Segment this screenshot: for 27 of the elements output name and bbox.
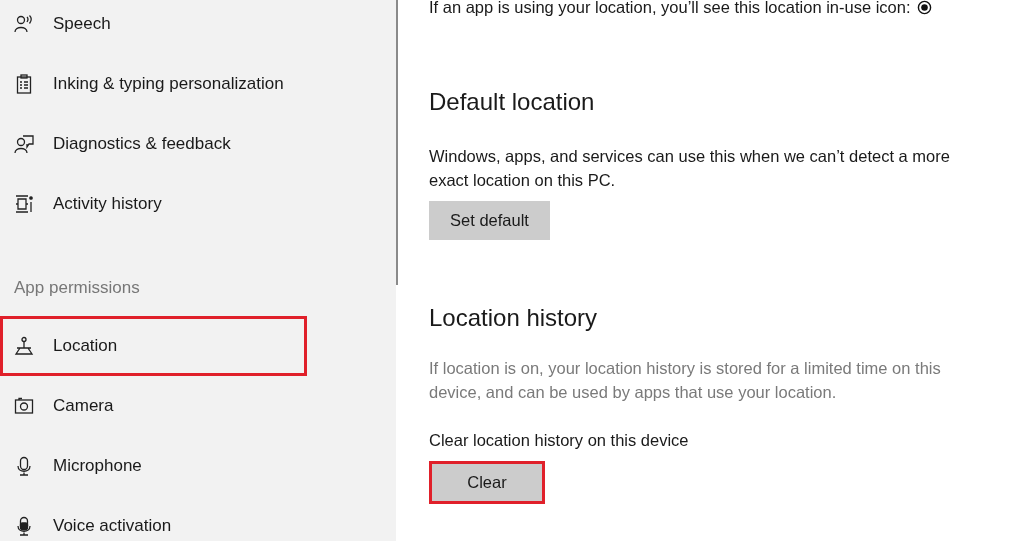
set-default-button[interactable]: Set default [429, 201, 550, 240]
location-in-use-icon [916, 0, 932, 15]
sidebar-item[interactable]: Location [0, 316, 307, 376]
description-text: If location is on, your location history is stored for a limited time on this device, and can be used by apps that use your location. [429, 358, 942, 403]
clear-button[interactable]: Clear [429, 461, 545, 504]
sidebar-item[interactable]: Diagnostics & feedback [0, 114, 307, 174]
scrollbar[interactable] [396, 0, 398, 285]
section-heading: Location history [429, 303, 598, 333]
camera-icon [14, 396, 34, 416]
description-text: Windows, apps, and services can use this when we can’t detect a more exact location on this PC. [429, 146, 951, 191]
sidebar-item[interactable]: Camera [0, 376, 307, 436]
timeline-icon [14, 194, 34, 214]
sidebar-item[interactable]: Microphone [0, 436, 307, 496]
section-heading: Default location [429, 87, 595, 117]
location-icon [14, 336, 34, 356]
microphone-icon [14, 456, 34, 476]
sidebar-item[interactable]: Speech [0, 0, 307, 54]
section-header: App permissions [14, 277, 140, 299]
setting-label: Clear location history on this device [429, 430, 689, 451]
speech-icon [14, 14, 34, 34]
microphone-icon [14, 516, 34, 536]
feedback-icon [14, 134, 34, 154]
info-text: If an app is using your location, you’ll see this location in-use icon: [429, 0, 911, 18]
sidebar-item[interactable]: Activity history [0, 174, 307, 234]
sidebar-item[interactable]: Voice activation [0, 496, 307, 541]
sidebar-item[interactable]: Inking & typing personalization [0, 54, 307, 114]
clipboard-icon [14, 74, 34, 94]
